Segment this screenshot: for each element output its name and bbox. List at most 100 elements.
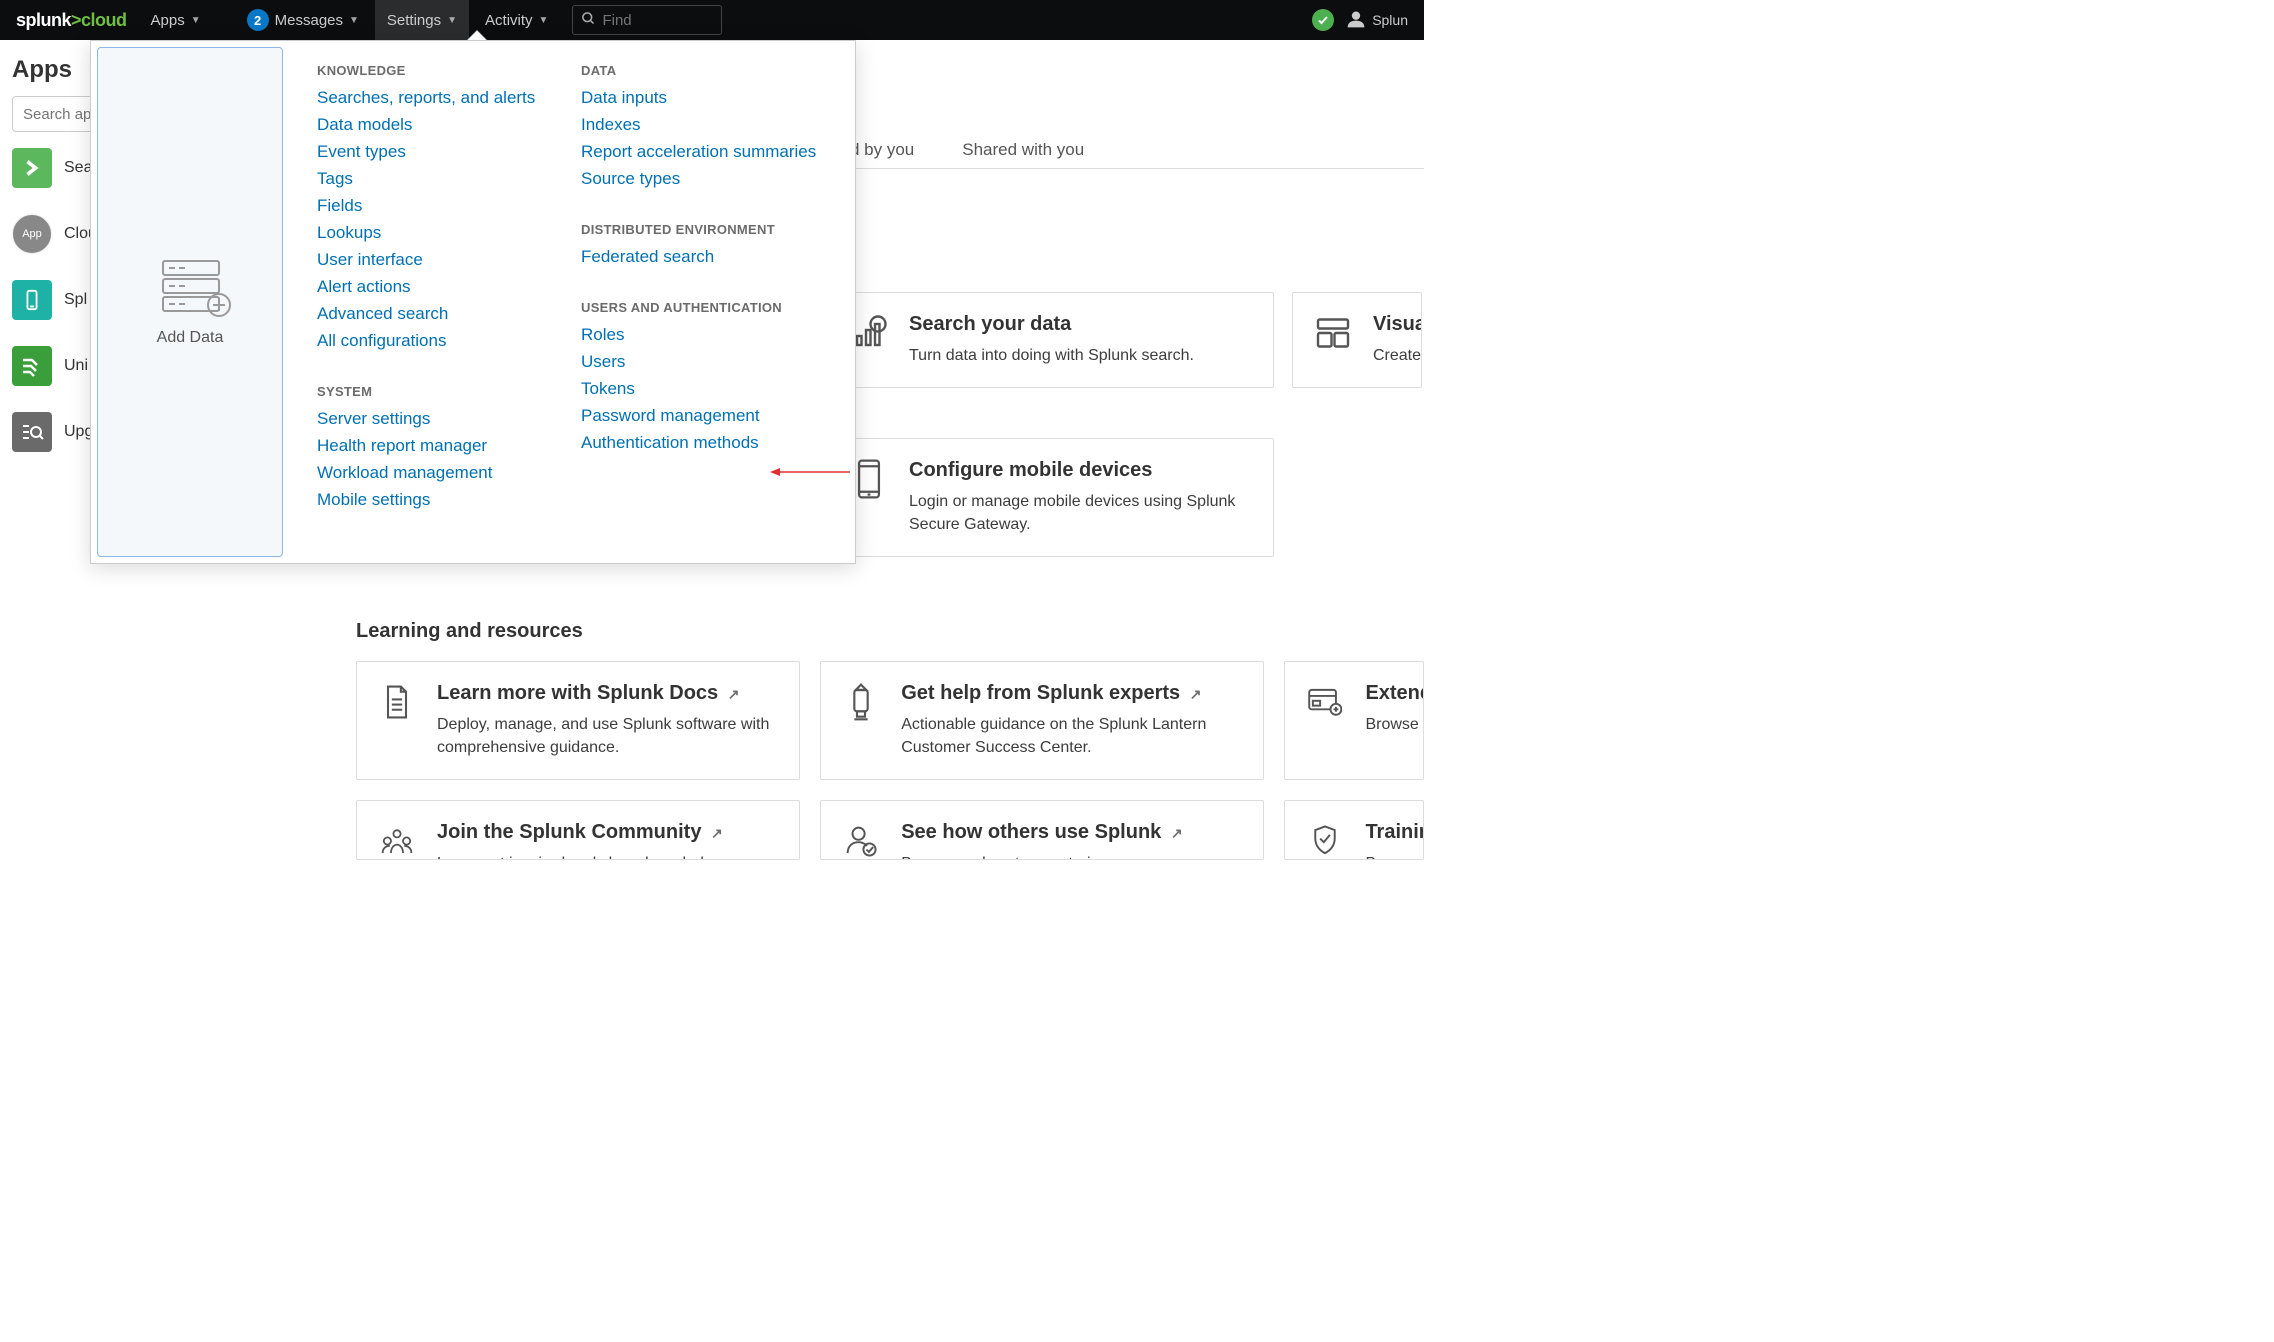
- user-icon: [1346, 9, 1366, 32]
- nav-find-input[interactable]: [602, 12, 713, 29]
- app-label: Uni: [64, 357, 88, 375]
- section-users-auth-title: USERS AND AUTHENTICATION: [581, 300, 845, 315]
- user-check-icon: [841, 821, 881, 860]
- health-status-icon[interactable]: [1312, 9, 1334, 31]
- top-navbar: splunk>cloud Apps ▼ 2 Messages ▼ Setting…: [0, 0, 1424, 40]
- link-alert-actions[interactable]: Alert actions: [317, 277, 581, 297]
- link-authentication-methods[interactable]: Authentication methods: [581, 433, 845, 453]
- card-docs[interactable]: Learn more with Splunk Docs ↗ Deploy, ma…: [356, 661, 800, 780]
- card-title: Get help from Splunk experts ↗: [901, 682, 1243, 705]
- dropdown-col-1: KNOWLEDGE Searches, reports, and alerts …: [317, 63, 581, 535]
- card-training[interactable]: Training Become: [1284, 800, 1424, 860]
- messages-badge: 2: [247, 9, 269, 31]
- caret-down-icon: ▼: [349, 15, 359, 26]
- link-federated-search[interactable]: Federated search: [581, 247, 845, 267]
- card-extend[interactable]: Extend Browse t: [1284, 661, 1424, 780]
- card-desc: Actionable guidance on the Splunk Lanter…: [901, 713, 1243, 759]
- external-link-icon: ↗: [1171, 825, 1183, 841]
- logo-text-1: splunk: [16, 10, 71, 31]
- card-title: Search your data: [909, 313, 1194, 336]
- link-fields[interactable]: Fields: [317, 196, 581, 216]
- document-icon: [377, 682, 417, 722]
- logo-text-2: cloud: [81, 10, 127, 31]
- nav-messages[interactable]: 2 Messages ▼: [235, 0, 371, 40]
- add-card-icon: [1305, 682, 1345, 722]
- caret-down-icon: ▼: [191, 15, 201, 26]
- card-community[interactable]: Join the Splunk Community ↗ Learn get in…: [356, 800, 800, 860]
- card-title: Extend: [1365, 682, 1424, 705]
- app-label: Upg: [64, 423, 93, 441]
- logo[interactable]: splunk>cloud: [8, 0, 135, 40]
- lantern-icon: [841, 682, 881, 722]
- card-desc: Turn data into doing with Splunk search.: [909, 344, 1194, 367]
- section-knowledge-title: KNOWLEDGE: [317, 63, 581, 78]
- caret-down-icon: ▼: [447, 15, 457, 26]
- card-title: Visualiz: [1373, 313, 1422, 336]
- link-users[interactable]: Users: [581, 352, 845, 372]
- nav-activity-label: Activity: [485, 12, 533, 29]
- search-icon: [581, 11, 596, 29]
- link-roles[interactable]: Roles: [581, 325, 845, 345]
- app-icon-phone-icon: [12, 280, 52, 320]
- tab-label: Shared with you: [962, 140, 1084, 159]
- dropdown-pointer: [468, 31, 486, 40]
- nav-find-box[interactable]: [572, 5, 722, 35]
- link-tokens[interactable]: Tokens: [581, 379, 845, 399]
- card-visualize[interactable]: Visualiz Create d: [1292, 292, 1422, 388]
- link-server-settings[interactable]: Server settings: [317, 409, 581, 429]
- community-icon: [377, 821, 417, 860]
- card-title: See how others use Splunk ↗: [901, 821, 1182, 844]
- section-knowledge: KNOWLEDGE Searches, reports, and alerts …: [317, 63, 581, 358]
- card-help[interactable]: Get help from Splunk experts ↗ Actionabl…: [820, 661, 1264, 780]
- annotation-arrow: [770, 464, 850, 480]
- link-searches-reports-alerts[interactable]: Searches, reports, and alerts: [317, 88, 581, 108]
- nav-user-label: Splun: [1372, 12, 1408, 28]
- card-desc: Create d: [1373, 344, 1422, 367]
- nav-messages-label: Messages: [275, 12, 343, 29]
- external-link-icon: ↗: [1190, 686, 1202, 702]
- card-search-data[interactable]: Search your data Turn data into doing wi…: [828, 292, 1274, 388]
- nav-apps[interactable]: Apps ▼: [139, 0, 213, 40]
- link-source-types[interactable]: Source types: [581, 169, 845, 189]
- dropdown-columns: KNOWLEDGE Searches, reports, and alerts …: [289, 41, 855, 563]
- link-password-management[interactable]: Password management: [581, 406, 845, 426]
- nav-user[interactable]: Splun: [1338, 9, 1416, 32]
- link-event-types[interactable]: Event types: [317, 142, 581, 162]
- link-data-inputs[interactable]: Data inputs: [581, 88, 845, 108]
- link-lookups[interactable]: Lookups: [317, 223, 581, 243]
- add-data-tile[interactable]: Add Data: [97, 47, 283, 557]
- learning-title: Learning and resources: [356, 620, 1424, 643]
- external-link-icon: ↗: [711, 825, 723, 841]
- app-icon-chevron-icon: [12, 148, 52, 188]
- card-desc: Deploy, manage, and use Splunk software …: [437, 713, 779, 759]
- card-desc: Browse t: [1365, 713, 1424, 736]
- nav-settings[interactable]: Settings ▼: [375, 0, 469, 40]
- app-icon-inspect-icon: [12, 412, 52, 452]
- card-title: Configure mobile devices: [909, 459, 1253, 482]
- link-all-configurations[interactable]: All configurations: [317, 331, 581, 351]
- link-data-models[interactable]: Data models: [317, 115, 581, 135]
- nav-settings-label: Settings: [387, 12, 441, 29]
- tab-shared-with-you[interactable]: Shared with you: [962, 140, 1084, 168]
- card-title: Learn more with Splunk Docs ↗: [437, 682, 779, 705]
- caret-down-icon: ▼: [539, 15, 549, 26]
- card-others[interactable]: See how others use Splunk ↗ Browse real …: [820, 800, 1264, 860]
- nav-apps-label: Apps: [151, 12, 185, 29]
- link-health-report-manager[interactable]: Health report manager: [317, 436, 581, 456]
- link-workload-management[interactable]: Workload management: [317, 463, 581, 483]
- link-user-interface[interactable]: User interface: [317, 250, 581, 270]
- tab-created-by-you[interactable]: d by you: [850, 140, 914, 168]
- app-label: Sea: [64, 159, 92, 177]
- dashboard-icon: [1313, 313, 1353, 353]
- app-icon-app-icon: App: [12, 214, 52, 254]
- card-configure-mobile[interactable]: Configure mobile devices Login or manage…: [828, 438, 1274, 557]
- add-data-label: Add Data: [157, 329, 224, 347]
- link-advanced-search[interactable]: Advanced search: [317, 304, 581, 324]
- link-tags[interactable]: Tags: [317, 169, 581, 189]
- card-desc: Login or manage mobile devices using Spl…: [909, 490, 1253, 536]
- section-distributed: DISTRIBUTED ENVIRONMENT Federated search: [581, 222, 845, 274]
- section-data: DATA Data inputs Indexes Report accelera…: [581, 63, 845, 196]
- link-report-acceleration[interactable]: Report acceleration summaries: [581, 142, 845, 162]
- link-indexes[interactable]: Indexes: [581, 115, 845, 135]
- link-mobile-settings[interactable]: Mobile settings: [317, 490, 581, 510]
